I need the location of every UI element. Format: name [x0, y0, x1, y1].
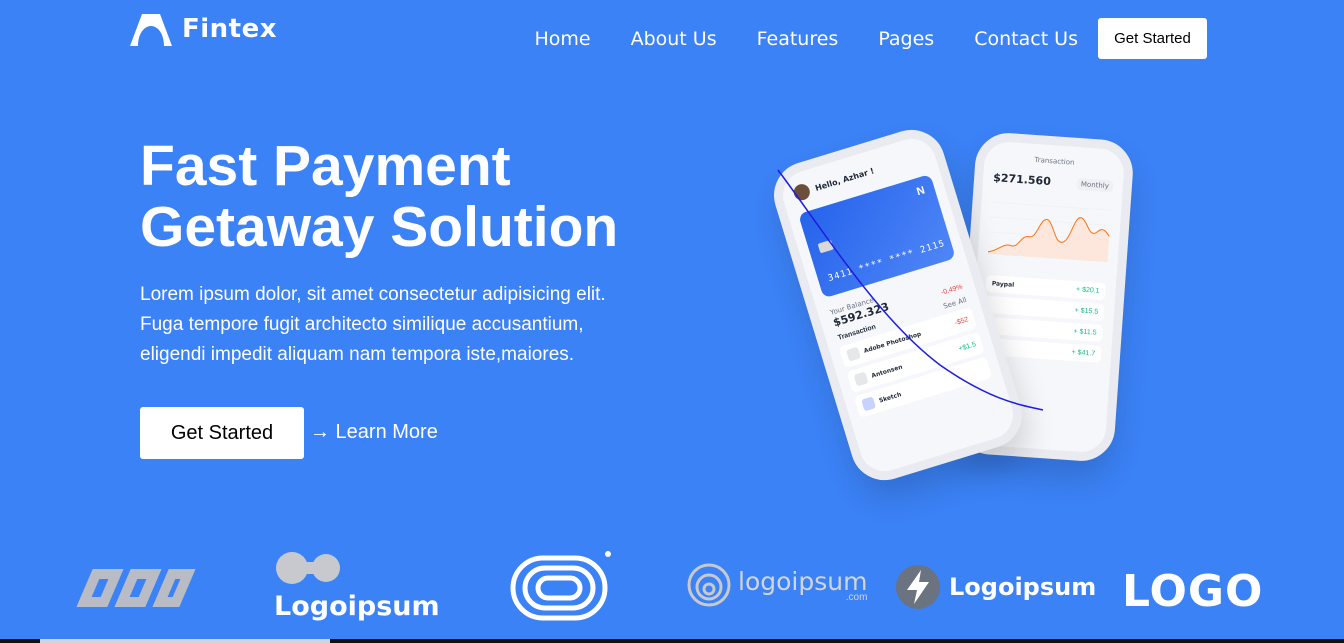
hero-desc-line3: eligendi impedit aliquam nam tempora ist… — [140, 344, 575, 365]
logo-wordmark-6: LOGO — [1122, 566, 1264, 617]
phones-mockup: Transaction $271.560 Monthly Paypal + $2… — [765, 120, 1150, 490]
nav-features[interactable]: Features — [757, 28, 839, 50]
brand-name: Fintex — [182, 14, 278, 44]
logoipsum-logo-4: logoipsum .com — [686, 562, 867, 608]
chain-logo-icon — [76, 569, 196, 607]
hero-description: Lorem ipsum dolor, sit amet consectetur … — [140, 280, 660, 370]
logoipsum-logo-2: Logoipsum — [274, 550, 440, 622]
hero-title: Fast Payment Getaway Solution — [140, 136, 700, 258]
horizontal-scrollbar-thumb[interactable] — [40, 639, 330, 643]
fintex-logo-icon — [130, 14, 172, 46]
partner-logos: Logoipsum logoipsum .com Logoipsum LOGO — [0, 540, 1344, 643]
nav-contact-us[interactable]: Contact Us — [974, 28, 1078, 50]
brand[interactable]: Fintex — [128, 10, 277, 48]
nav-home[interactable]: Home — [534, 28, 590, 50]
nav-get-started-button[interactable]: Get Started — [1098, 18, 1207, 59]
hero-desc-line2: Fuga tempore fugit architecto similique … — [140, 314, 584, 335]
learn-more-link[interactable]: → Learn More — [310, 421, 438, 444]
annotation-line — [777, 169, 1044, 411]
rounded-rect-logo-icon — [510, 551, 611, 621]
logoipsum-logo-5: Logoipsum — [895, 564, 1096, 610]
bolt-logo-icon — [896, 565, 940, 609]
spiral-logo-icon — [687, 563, 731, 607]
main-nav: Home About Us Features Pages Contact Us … — [534, 18, 1207, 59]
hero-desc-line1: Lorem ipsum dolor, sit amet consectetur … — [140, 284, 606, 305]
hero-title-line2: Getaway Solution — [140, 195, 619, 259]
blob-logo-icon — [276, 552, 340, 584]
nav-about-us[interactable]: About Us — [631, 28, 717, 50]
hero-title-line1: Fast Payment — [140, 134, 511, 198]
nav-pages[interactable]: Pages — [878, 28, 934, 50]
get-started-button[interactable]: Get Started — [140, 407, 304, 459]
